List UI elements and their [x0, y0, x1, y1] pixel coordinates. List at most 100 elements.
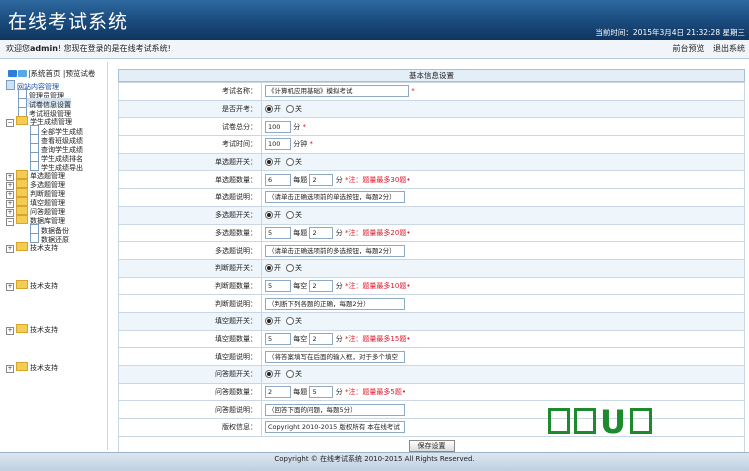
- nav-group-judge[interactable]: + 判断题管理: [6, 188, 65, 199]
- folder-icon: [16, 280, 28, 289]
- nav-all-scores[interactable]: 全部学生成绩: [30, 125, 83, 136]
- settings-panel: 基本信息设置 考试名称： 《计算机应用基础》模拟考试 * 是否开考： 开关 试卷…: [118, 69, 745, 454]
- site-icon: [6, 80, 15, 90]
- nav-tech-support-4[interactable]: + 技术支持: [6, 362, 58, 373]
- nav-group-database[interactable]: − 数据库管理: [6, 215, 65, 226]
- nav-tech-support-2[interactable]: + 技术支持: [6, 280, 58, 291]
- fill-count-input[interactable]: 5: [265, 332, 291, 345]
- judge-on-radio[interactable]: [265, 264, 273, 273]
- row-judge-count: 判断题数量： 5 每空 2 分 *注：题量最多10题•: [118, 276, 745, 296]
- nav-score-ranking[interactable]: 学生成绩排名: [30, 152, 83, 163]
- expand-icon[interactable]: +: [6, 283, 14, 291]
- open-off-radio[interactable]: [286, 105, 294, 114]
- row-exam-time: 考试时间： 100 分钟 *: [118, 135, 745, 154]
- nav-score-export[interactable]: 学生成绩导出: [30, 161, 83, 172]
- single-off-radio[interactable]: [286, 158, 294, 167]
- multi-count-input[interactable]: 5: [265, 226, 291, 239]
- fill-score-input[interactable]: 2: [309, 332, 334, 345]
- watermark-box-3: [629, 408, 652, 434]
- nav-tech-support-3[interactable]: + 技术支持: [6, 324, 58, 335]
- tree-root[interactable]: 网站内容管理: [6, 80, 59, 91]
- fill-desc-input[interactable]: （将答案填写在后面的输入框，对于多个填空: [265, 350, 405, 363]
- multi-score-input[interactable]: 2: [309, 226, 334, 239]
- exam-time-input[interactable]: 100: [265, 138, 291, 151]
- folder-icon: [16, 116, 28, 125]
- nav-db-restore[interactable]: 数据还原: [30, 233, 69, 244]
- nav-group-multi[interactable]: + 多选题管理: [6, 179, 65, 190]
- expand-icon[interactable]: +: [6, 365, 14, 373]
- nav-exam-settings[interactable]: 试卷信息设置: [18, 98, 71, 109]
- qa-score-input[interactable]: 5: [309, 386, 334, 399]
- row-qa-switch: 问答题开关： 开关: [118, 365, 745, 384]
- folder-icon: [16, 362, 28, 371]
- username: admin: [30, 44, 58, 53]
- multi-desc-input[interactable]: （请单击正确选项前的多选按钮，每题2分）: [265, 244, 405, 257]
- single-desc-input[interactable]: （请单击正确选项前的单选按钮，每题2分）: [265, 191, 405, 204]
- nav-query-scores[interactable]: 查询学生成绩: [30, 143, 83, 154]
- judge-count-input[interactable]: 5: [265, 279, 291, 292]
- qa-off-radio[interactable]: [286, 370, 294, 379]
- multi-off-radio[interactable]: [286, 211, 294, 220]
- collapse-icon[interactable]: −: [6, 119, 14, 127]
- nav-group-single[interactable]: + 单选题管理: [6, 170, 65, 181]
- folder-icon: [16, 197, 28, 206]
- row-single-switch: 单选题开关： 开关: [118, 152, 745, 172]
- sidebar-toolbar[interactable]: |系统首页 |预览试卷: [8, 68, 95, 79]
- watermark-box-1: [548, 408, 570, 434]
- fill-on-radio[interactable]: [265, 317, 273, 326]
- single-on-radio[interactable]: [265, 158, 273, 167]
- folder-icon: [16, 188, 28, 197]
- row-judge-desc: 判断题说明： （判断下列各题的正确，每题2分）: [118, 294, 745, 313]
- row-open-exam: 是否开考： 开关: [118, 99, 745, 119]
- app-header: 在线考试系统 当前时间：2015年3月4日 21:32:28 星期三: [0, 0, 749, 40]
- single-count-input[interactable]: 6: [265, 173, 291, 186]
- multi-on-radio[interactable]: [265, 211, 273, 220]
- single-score-input[interactable]: 2: [309, 173, 334, 186]
- current-time: 当前时间：2015年3月4日 21:32:28 星期三: [595, 28, 745, 37]
- frontend-preview-link[interactable]: 前台预览: [672, 44, 704, 53]
- watermark-box-2: [574, 408, 596, 434]
- row-judge-switch: 判断题开关： 开关: [118, 258, 745, 278]
- nav-class-scores[interactable]: 查看班级成绩: [30, 134, 83, 145]
- app-title: 在线考试系统: [8, 11, 129, 33]
- nav-group-qa[interactable]: + 问答题管理: [6, 206, 65, 217]
- row-single-desc: 单选题说明： （请单击正确选项前的单选按钮，每题2分）: [118, 188, 745, 207]
- watermark-logo: U: [548, 406, 656, 438]
- copyright-input[interactable]: Copyright 2010-2015 版权所有 本在线考试: [265, 421, 405, 434]
- judge-desc-input[interactable]: （判断下列各题的正确，每题2分）: [265, 297, 405, 310]
- qa-desc-input[interactable]: （回答下面的问题，每题5分）: [265, 403, 405, 416]
- nav-class-manage[interactable]: 考试班级管理: [18, 107, 71, 118]
- home-icon: [8, 70, 17, 77]
- row-fill-switch: 填空题开关： 开关: [118, 311, 745, 331]
- nav-db-backup[interactable]: 数据备份: [30, 224, 69, 235]
- footer: Copyright © 在线考试系统 2010-2015 All Rights …: [0, 452, 749, 471]
- exam-name-input[interactable]: 《计算机应用基础》模拟考试: [265, 85, 409, 98]
- row-qa-count: 问答题数量： 2 每题 5 分 *注：题量最多5题•: [118, 382, 745, 402]
- save-settings-button[interactable]: 保存设置: [408, 439, 455, 452]
- row-fill-desc: 填空题说明： （将答案填写在后面的输入框，对于多个填空: [118, 347, 745, 366]
- total-score-input[interactable]: 100: [265, 120, 291, 133]
- row-multi-switch: 多选题开关： 开关: [118, 205, 745, 225]
- row-exam-name: 考试名称： 《计算机应用基础》模拟考试 *: [118, 82, 745, 101]
- judge-off-radio[interactable]: [286, 264, 294, 273]
- nav-group-fill[interactable]: + 填空题管理: [6, 197, 65, 208]
- fill-off-radio[interactable]: [286, 317, 294, 326]
- qa-on-radio[interactable]: [265, 370, 273, 379]
- folder-icon: [16, 242, 28, 251]
- nav-tech-support-1[interactable]: + 技术支持: [6, 242, 58, 253]
- folder-icon: [16, 215, 28, 224]
- nav-admin-manage[interactable]: 管理员管理: [18, 89, 64, 100]
- qa-count-input[interactable]: 2: [265, 386, 291, 399]
- collapse-icon[interactable]: −: [6, 218, 14, 226]
- sidebar: |系统首页 |预览试卷 网站内容管理 管理员管理 试卷信息设置 考试班级管理 −…: [0, 62, 108, 450]
- expand-icon[interactable]: +: [6, 245, 14, 253]
- open-on-radio[interactable]: [265, 105, 273, 114]
- nav-group-student-scores[interactable]: − 学生成绩管理: [6, 116, 72, 127]
- user-bar: 欢迎您admin! 您现在登录的是在线考试系统! 前台预览 退出系统: [0, 40, 749, 59]
- logout-link[interactable]: 退出系统: [713, 44, 745, 53]
- judge-score-input[interactable]: 2: [309, 279, 334, 292]
- row-single-count: 单选题数量： 6 每题 2 分 *注：题量最多30题•: [118, 170, 745, 190]
- row-multi-count: 多选题数量： 5 每题 2 分 *注：题量最多20题•: [118, 223, 745, 243]
- expand-icon[interactable]: +: [6, 327, 14, 335]
- row-multi-desc: 多选题说明： （请单击正确选项前的多选按钮，每题2分）: [118, 241, 745, 260]
